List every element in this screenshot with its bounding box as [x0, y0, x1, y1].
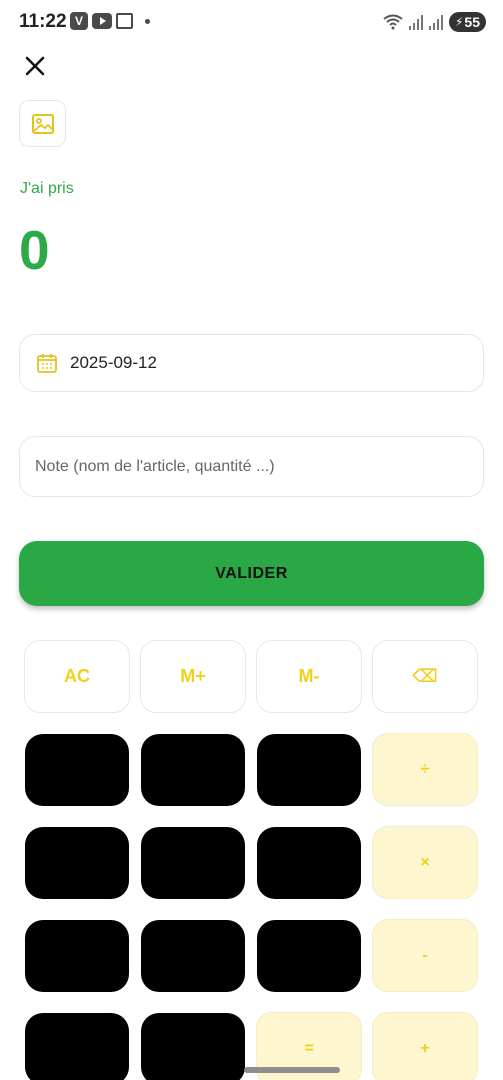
number-key[interactable] — [141, 920, 245, 992]
v-app-icon: V — [70, 12, 88, 30]
ac-key[interactable]: AC — [24, 640, 130, 713]
plus-key[interactable]: + — [372, 1012, 478, 1080]
minus-key[interactable]: - — [372, 919, 478, 992]
add-image-button[interactable] — [19, 100, 66, 147]
number-key[interactable] — [25, 734, 129, 806]
note-input[interactable] — [19, 436, 484, 497]
divide-key[interactable]: ÷ — [372, 733, 478, 806]
number-key[interactable] — [257, 734, 361, 806]
number-key[interactable] — [25, 827, 129, 899]
battery-icon: ⚡ 55 — [449, 12, 486, 32]
status-app-icons: V — [70, 12, 150, 30]
signal-icon-2 — [429, 15, 443, 30]
number-key[interactable] — [257, 827, 361, 899]
close-icon — [25, 56, 45, 76]
calendar-app-icon — [116, 13, 133, 29]
status-time: 11:22 — [19, 11, 67, 32]
amount-value: 0 — [19, 219, 50, 281]
notification-dot — [145, 18, 150, 24]
took-label: J'ai pris — [20, 180, 74, 197]
memory-plus-key[interactable]: M+ — [140, 640, 246, 713]
calendar-icon — [37, 354, 57, 373]
wifi-icon — [383, 14, 403, 30]
number-key[interactable] — [141, 734, 245, 806]
battery-level: 55 — [464, 14, 480, 30]
number-key[interactable] — [25, 1013, 129, 1080]
number-key[interactable] — [141, 1013, 245, 1080]
image-icon — [31, 113, 54, 134]
status-bar: 11:22 V ⚡ 55 — [0, 0, 503, 44]
memory-minus-key[interactable]: M- — [256, 640, 362, 713]
date-field[interactable]: 2025-09-12 — [19, 334, 484, 392]
signal-icon — [409, 15, 423, 30]
battery-bolt-icon: ⚡ — [454, 15, 464, 29]
backspace-key[interactable]: ⌫ — [372, 640, 478, 713]
validate-button[interactable]: VALIDER — [19, 541, 484, 606]
date-value: 2025-09-12 — [70, 353, 157, 372]
number-key[interactable] — [257, 920, 361, 992]
number-key[interactable] — [141, 827, 245, 899]
number-key[interactable] — [25, 920, 129, 992]
backspace-icon: ⌫ — [412, 666, 438, 686]
home-indicator[interactable] — [244, 1067, 340, 1073]
multiply-key[interactable]: × — [372, 826, 478, 899]
status-right: ⚡ 55 — [383, 12, 486, 32]
youtube-icon — [92, 13, 112, 29]
close-button[interactable] — [23, 54, 47, 78]
